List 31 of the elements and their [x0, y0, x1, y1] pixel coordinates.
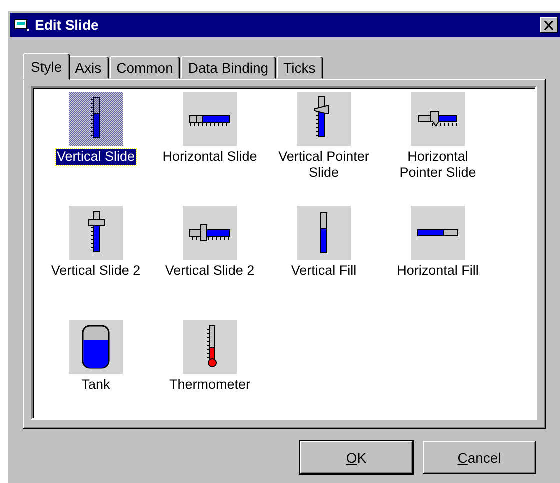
window-title: Edit Slide: [35, 17, 100, 33]
slider-icon[interactable]: [411, 92, 465, 146]
style-label[interactable]: Vertical Slide 2: [164, 263, 256, 279]
tab[interactable]: Ticks: [276, 56, 323, 79]
style-label[interactable]: Vertical Pointer Slide: [271, 149, 377, 181]
style-label[interactable]: Vertical Fill: [290, 263, 358, 279]
style-label[interactable]: Horizontal Fill: [396, 263, 480, 279]
thermometer-icon[interactable]: [183, 320, 237, 374]
cancel-button[interactable]: Cancel: [423, 441, 536, 474]
slider-icon[interactable]: [183, 206, 237, 260]
tab[interactable]: Common: [110, 56, 180, 79]
style-label[interactable]: Tank: [80, 377, 112, 393]
style-label[interactable]: Vertical Slide 2: [50, 263, 142, 279]
style-label[interactable]: Horizontal Slide: [162, 149, 258, 165]
ok-button[interactable]: OK: [300, 441, 413, 474]
window-icon: [14, 18, 30, 32]
fill-bar-icon[interactable]: [297, 206, 351, 260]
tab[interactable]: Data Binding: [181, 56, 276, 79]
slider-icon[interactable]: [183, 92, 237, 146]
tab[interactable]: Axis: [68, 56, 109, 79]
style-label[interactable]: Horizontal Pointer Slide: [385, 149, 491, 181]
style-label[interactable]: Thermometer: [168, 377, 252, 393]
slider-icon[interactable]: [69, 206, 123, 260]
fill-bar-icon[interactable]: [411, 206, 465, 260]
style-label[interactable]: Vertical Slide: [56, 149, 136, 165]
close-icon: [544, 20, 554, 30]
close-button[interactable]: [540, 17, 558, 33]
slider-icon[interactable]: [297, 92, 351, 146]
tab[interactable]: Style: [23, 53, 70, 80]
tank-icon[interactable]: [69, 320, 123, 374]
slider-icon[interactable]: [69, 92, 123, 146]
